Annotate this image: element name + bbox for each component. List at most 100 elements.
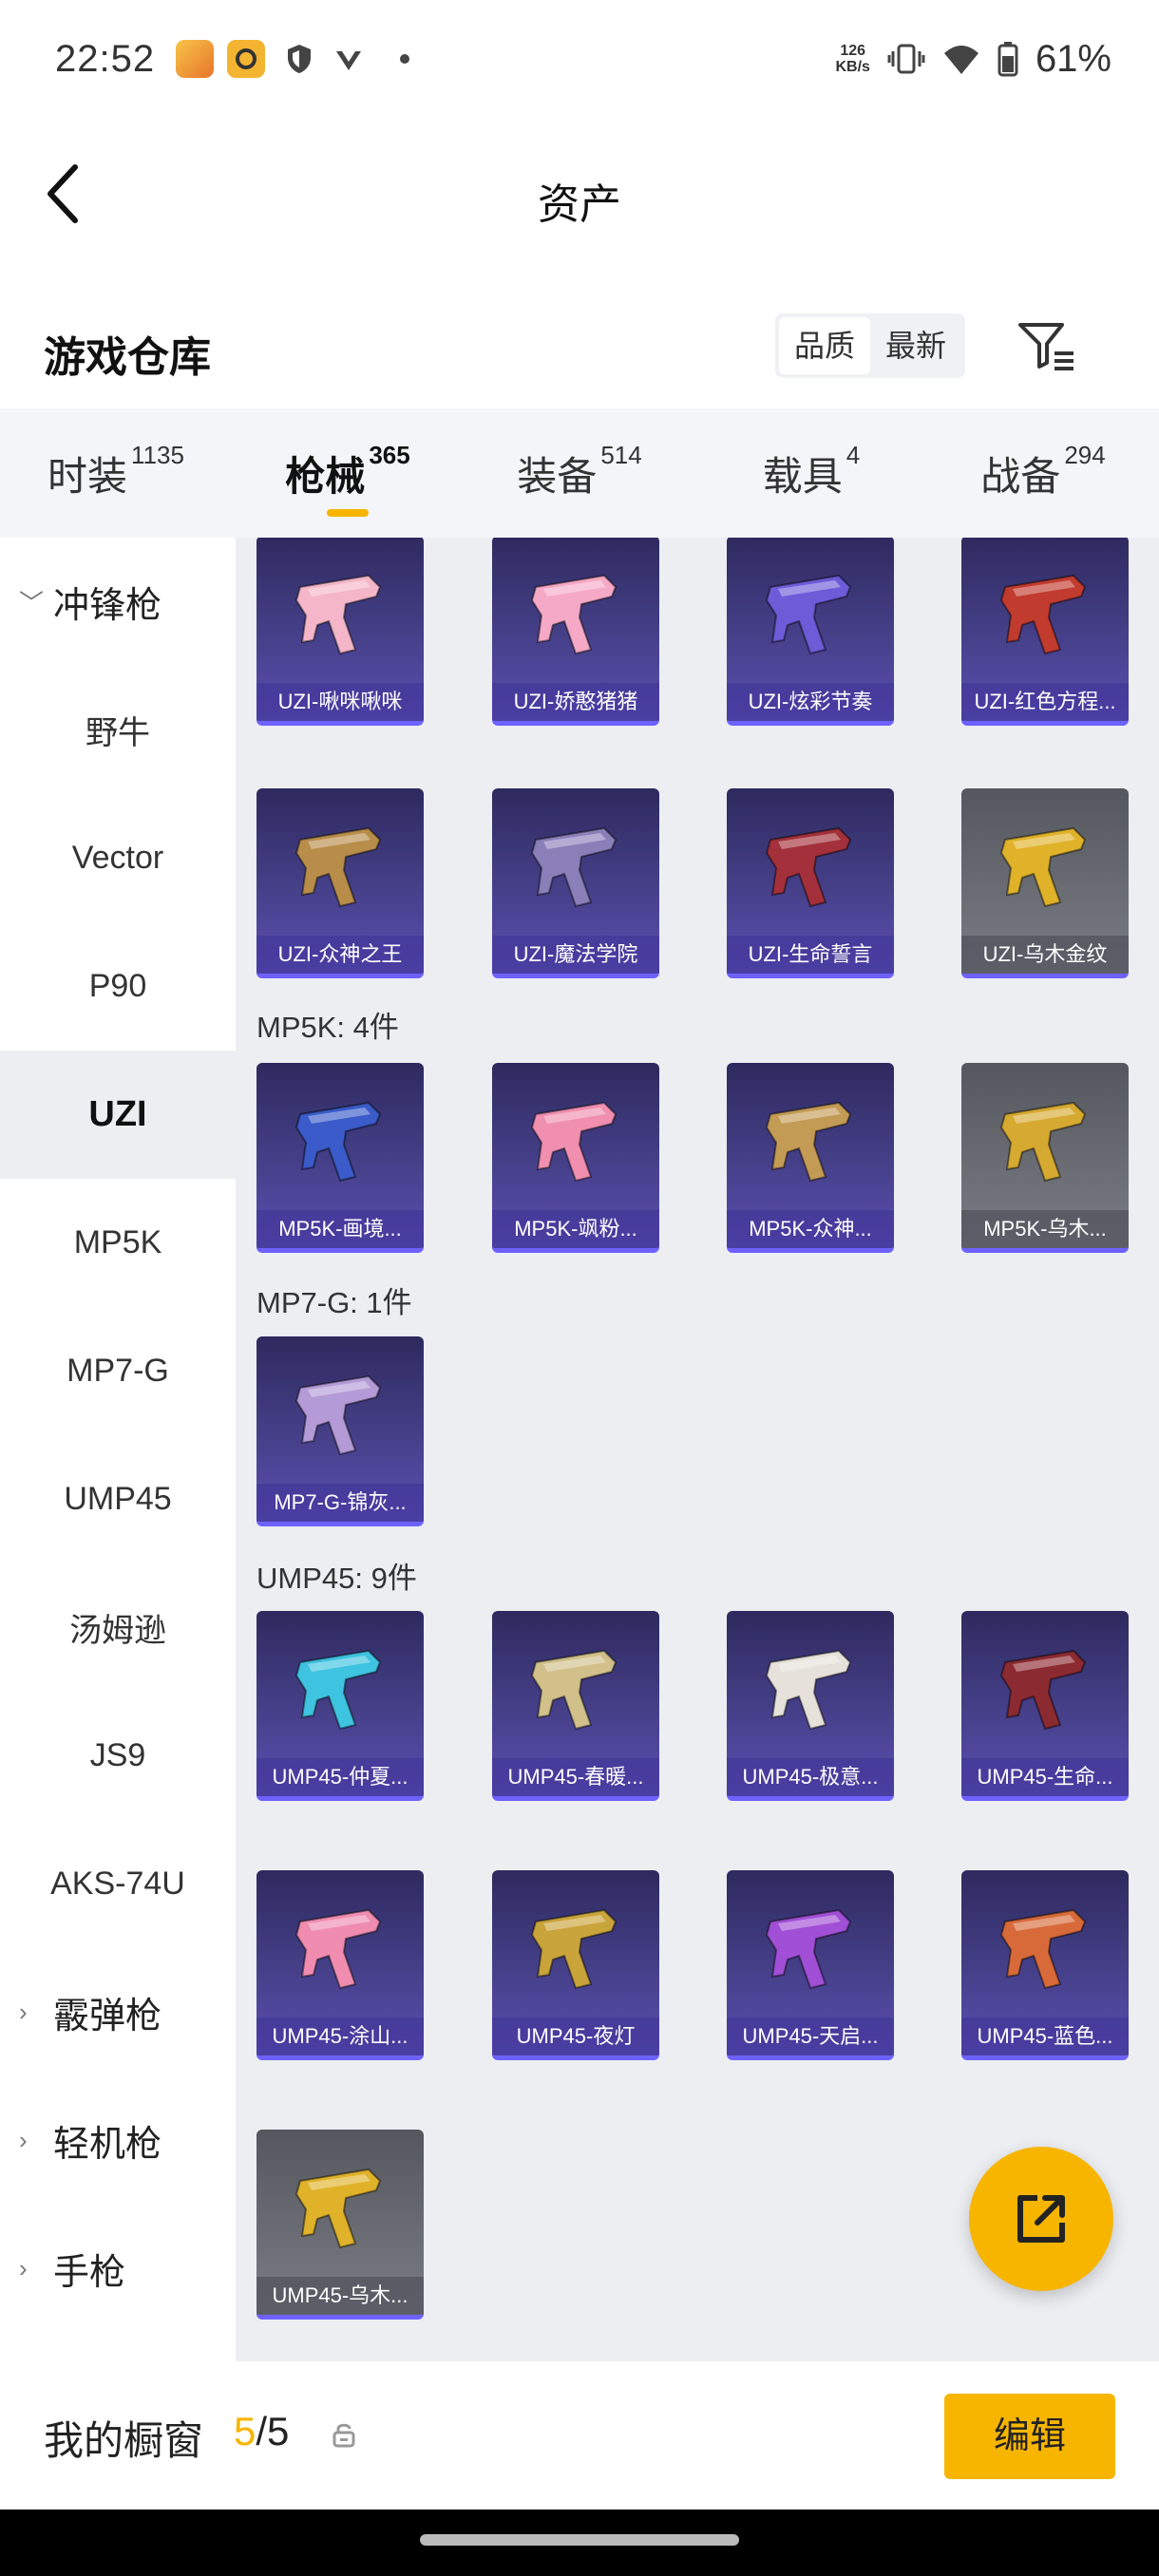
sidebar-item-label: MP7-G xyxy=(66,1353,169,1389)
weapon-image xyxy=(765,1101,852,1183)
weapon-card-label: UMP45-生命... xyxy=(961,1758,1129,1796)
weapon-image xyxy=(294,2168,382,2249)
tab-equipment[interactable]: 装备 514 xyxy=(464,408,695,538)
status-time: 22:52 xyxy=(55,37,156,80)
weapon-image xyxy=(294,574,382,655)
weapon-card[interactable]: UZI-娇憨猪猪 xyxy=(492,538,659,726)
weapon-card[interactable]: UMP45-夜灯 xyxy=(492,1870,659,2060)
chevron-right-icon: › xyxy=(19,1998,28,2026)
sidebar-item-p90[interactable]: P90 xyxy=(0,922,236,1051)
weapon-card[interactable]: UMP45-春暖... xyxy=(492,1611,659,1801)
weapon-card-label: MP7-G-锦灰... xyxy=(256,1484,424,1522)
group-title-mp7g: MP7-G: 1件 xyxy=(256,1286,412,1319)
group-title-mp5k: MP5K: 4件 xyxy=(256,1011,399,1044)
weapon-image xyxy=(294,1374,382,1456)
sort-toggle: 品质 最新 xyxy=(775,313,966,378)
tab-count: 514 xyxy=(600,441,642,469)
weapon-card[interactable]: UMP45-乌木... xyxy=(256,2130,424,2320)
share-button[interactable] xyxy=(969,2147,1113,2291)
tab-firearms[interactable]: 枪械 365 xyxy=(232,408,464,538)
weapon-card[interactable]: MP7-G-锦灰... xyxy=(256,1336,424,1526)
weapon-image xyxy=(999,1649,1087,1731)
sidebar-group-smg[interactable]: ﹀ 冲锋枪 xyxy=(0,538,236,666)
weapon-image xyxy=(765,826,852,908)
weapon-card[interactable]: UMP45-天启... xyxy=(727,1870,894,2060)
weapon-card[interactable]: UMP45-涂山... xyxy=(256,1870,424,2060)
sidebar-item-label: 冲锋枪 xyxy=(53,586,162,626)
status-bar: 22:52 126 KB/s 61% xyxy=(0,0,1159,118)
weapon-card[interactable]: UMP45-生命... xyxy=(961,1611,1129,1801)
chevron-down-icon: ﹀ xyxy=(19,589,45,617)
sidebar-group-pistol[interactable]: › 手枪 xyxy=(0,2205,236,2333)
weapon-card[interactable]: UMP45-极意... xyxy=(727,1611,894,1801)
weapon-image xyxy=(530,1101,618,1183)
weapon-card[interactable]: UZI-乌木金纹 xyxy=(961,788,1129,978)
weapon-card[interactable]: UMP45-仲夏... xyxy=(256,1611,424,1801)
sidebar-item-bizon[interactable]: 野牛 xyxy=(0,666,236,794)
home-gesture-bar[interactable] xyxy=(420,2534,739,2546)
section-header: 游戏仓库 品质 最新 xyxy=(0,304,1159,389)
edit-button[interactable]: 编辑 xyxy=(944,2394,1115,2479)
sidebar-item-aks74u[interactable]: AKS-74U xyxy=(0,1820,236,1948)
sidebar-item-uzi[interactable]: UZI xyxy=(0,1051,236,1179)
sidebar-item-label: 野牛 xyxy=(86,715,150,751)
sidebar-item-label: Vector xyxy=(71,840,164,876)
weapon-card[interactable]: UZI-炫彩节奏 xyxy=(727,538,894,726)
filter-icon[interactable] xyxy=(1013,312,1081,380)
weapon-card[interactable]: UZI-魔法学院 xyxy=(492,788,659,978)
sidebar-item-label: UMP45 xyxy=(64,1481,172,1517)
sidebar-item-vector[interactable]: Vector xyxy=(0,794,236,922)
weapon-image xyxy=(530,1649,618,1731)
sidebar-group-shotgun[interactable]: › 霰弹枪 xyxy=(0,1948,236,2076)
tab-fashion[interactable]: 时装 1135 xyxy=(0,408,232,538)
notification-dot-icon xyxy=(400,54,410,64)
tab-supplies[interactable]: 战备 294 xyxy=(927,408,1159,538)
weapon-card[interactable]: MP5K-飒粉... xyxy=(492,1063,659,1253)
weapon-card-label: UZI-娇憨猪猪 xyxy=(492,683,659,721)
weapon-card[interactable]: UMP45-蓝色... xyxy=(961,1870,1129,2060)
battery-percent: 61% xyxy=(1035,37,1112,80)
weapon-card-label: UMP45-夜灯 xyxy=(492,2017,659,2055)
weapon-card[interactable]: MP5K-画境... xyxy=(256,1063,424,1253)
weapon-image xyxy=(530,1908,618,1990)
weapon-card[interactable]: UZI-红色方程... xyxy=(961,538,1129,726)
weapon-card-label: UZI-魔法学院 xyxy=(492,936,659,974)
sidebar-item-js9[interactable]: JS9 xyxy=(0,1692,236,1820)
weapon-card-label: UZI-生命誓言 xyxy=(727,936,894,974)
sidebar-item-mp5k[interactable]: MP5K xyxy=(0,1179,236,1307)
weapon-image xyxy=(765,574,852,655)
sidebar-item-thompson[interactable]: 汤姆逊 xyxy=(0,1563,236,1692)
share-external-icon xyxy=(1017,2195,1065,2243)
sidebar-item-label: 轻机枪 xyxy=(53,2125,162,2165)
chevron-right-icon: › xyxy=(19,2126,28,2154)
category-tabs: 时装 1135 枪械 365 装备 514 载具 4 战备 294 xyxy=(0,408,1159,538)
showcase-bar: 我的橱窗 5/5 编辑 xyxy=(0,2361,1159,2510)
weapon-card[interactable]: UZI-啾咪啾咪 xyxy=(256,538,424,726)
weapon-card[interactable]: UZI-生命誓言 xyxy=(727,788,894,978)
sidebar-item-label: MP5K xyxy=(73,1224,162,1260)
weapon-card-label: UZI-炫彩节奏 xyxy=(727,683,894,721)
weapon-card-label: UMP45-涂山... xyxy=(256,2017,424,2055)
weapon-image xyxy=(765,1649,852,1731)
sidebar-item-ump45[interactable]: UMP45 xyxy=(0,1435,236,1563)
sidebar-item-label: P90 xyxy=(88,968,147,1004)
tab-vehicles[interactable]: 载具 4 xyxy=(695,408,927,538)
system-nav-bar xyxy=(0,2510,1159,2576)
weapon-image xyxy=(999,574,1087,655)
vibrate-icon xyxy=(887,44,925,74)
weapon-card[interactable]: UZI-众神之王 xyxy=(256,788,424,978)
sidebar-group-lmg[interactable]: › 轻机枪 xyxy=(0,2076,236,2205)
sidebar-item-label: 手枪 xyxy=(53,2253,126,2293)
tab-label: 时装 xyxy=(48,454,128,499)
weapon-image xyxy=(530,826,618,908)
tab-label: 载具 xyxy=(762,454,843,499)
network-speed: 126 KB/s xyxy=(835,43,869,75)
section-title: 游戏仓库 xyxy=(44,334,211,381)
sort-latest-button[interactable]: 最新 xyxy=(870,317,961,374)
weapon-card[interactable]: MP5K-乌木... xyxy=(961,1063,1129,1253)
sort-quality-button[interactable]: 品质 xyxy=(779,317,871,374)
tab-count: 294 xyxy=(1064,441,1106,469)
showcase-count-total: /5 xyxy=(256,2409,290,2453)
weapon-card[interactable]: MP5K-众神... xyxy=(727,1063,894,1253)
sidebar-item-mp7g[interactable]: MP7-G xyxy=(0,1307,236,1435)
